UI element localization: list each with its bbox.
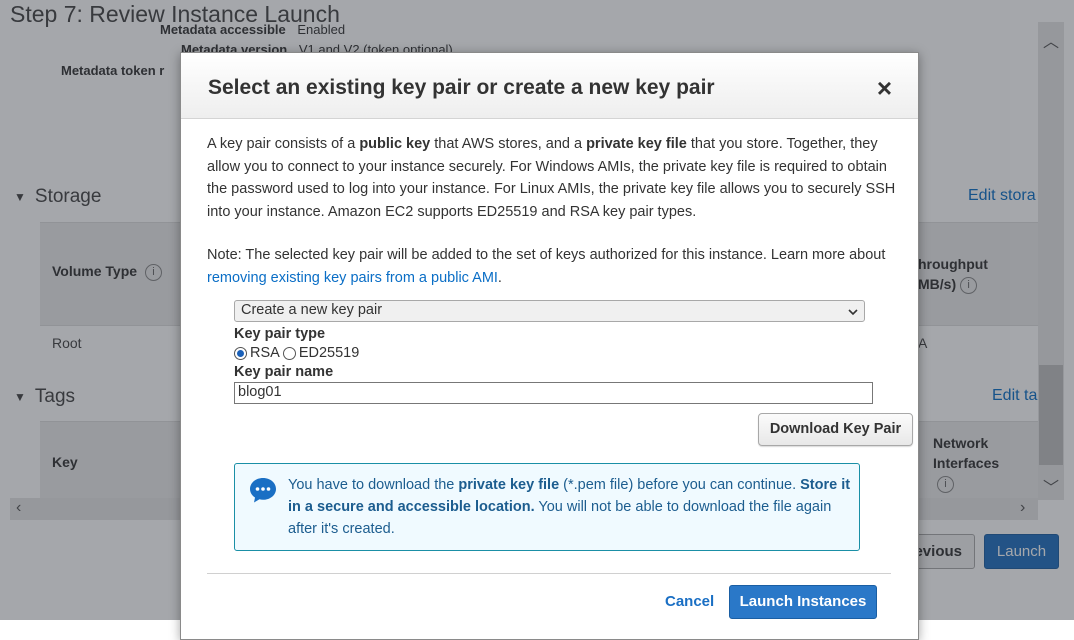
chevron-down-icon <box>848 302 858 320</box>
key-pair-select-value: Create a new key pair <box>241 302 383 318</box>
intro-paragraph: A key pair consists of a public key that… <box>207 136 896 220</box>
radio-rsa-label: RSA <box>250 345 280 361</box>
close-icon[interactable]: × <box>877 74 892 102</box>
alert-message: You have to download the private key fil… <box>288 477 851 537</box>
radio-rsa[interactable]: RSA <box>234 345 280 361</box>
removing-key-pairs-link[interactable]: removing existing key pairs from a publi… <box>207 270 498 286</box>
key-pair-type-radios: RSA ED25519 <box>234 345 874 361</box>
chat-bubble-info-icon <box>250 478 276 503</box>
radio-ed25519-button[interactable] <box>282 346 296 360</box>
key-pair-dialog: Select an existing key pair or create a … <box>180 52 919 640</box>
radio-ed25519-label: ED25519 <box>298 345 360 361</box>
download-warning-alert: You have to download the private key fil… <box>234 463 860 551</box>
launch-instances-button[interactable]: Launch Instances <box>729 585 877 619</box>
dialog-title: Select an existing key pair or create a … <box>208 76 715 99</box>
key-pair-type-label: Key pair type <box>234 326 326 342</box>
note-paragraph: Note: The selected key pair will be adde… <box>207 247 886 286</box>
dialog-body: A key pair consists of a public key that… <box>207 133 897 289</box>
key-pair-name-input[interactable]: blog01 <box>234 382 873 404</box>
download-key-pair-button[interactable]: Download Key Pair <box>758 413 913 446</box>
cancel-button[interactable]: Cancel <box>665 593 714 610</box>
dialog-header: Select an existing key pair or create a … <box>181 53 918 119</box>
key-pair-form: Create a new key pair Key pair type RSA … <box>234 300 913 446</box>
key-pair-name-label: Key pair name <box>234 364 334 380</box>
radio-rsa-button[interactable] <box>234 346 247 360</box>
footer-divider <box>207 573 891 574</box>
key-pair-select[interactable]: Create a new key pair <box>234 300 865 322</box>
radio-ed25519[interactable]: ED25519 <box>282 345 360 361</box>
